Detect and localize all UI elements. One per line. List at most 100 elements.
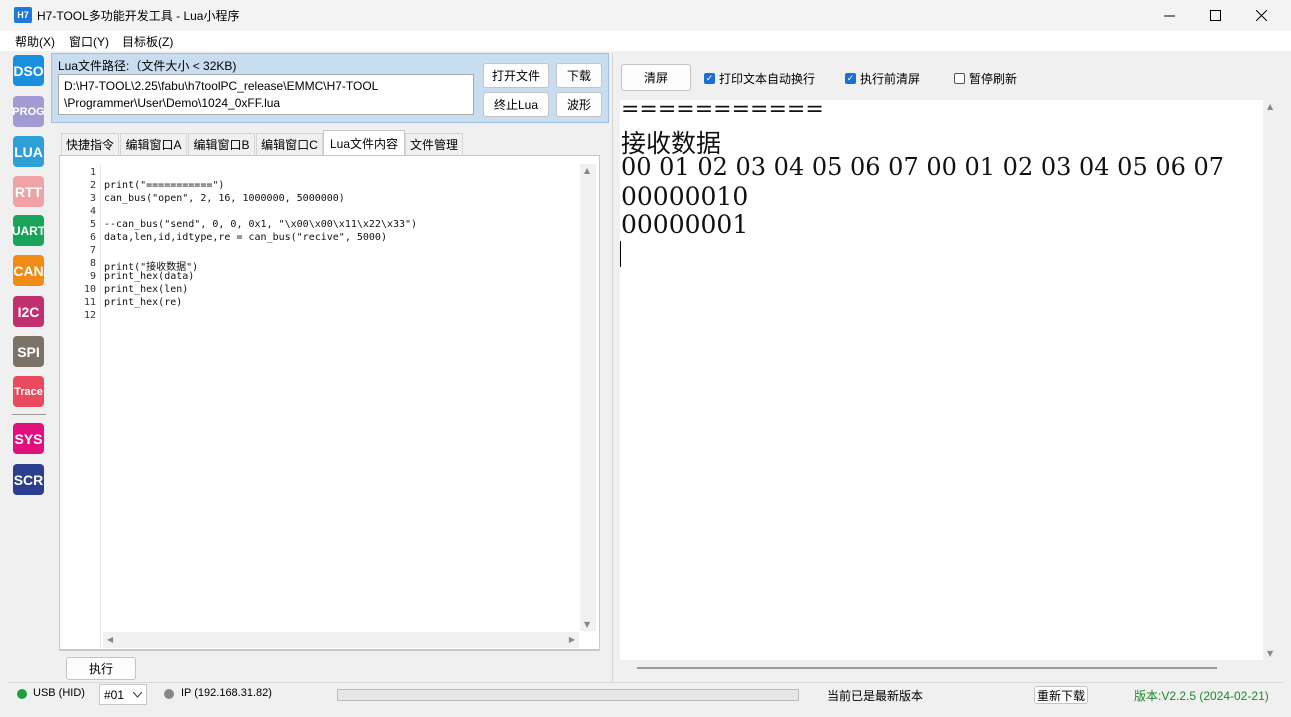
tool-label: LUA [14, 143, 43, 160]
tool-dso-button[interactable]: DSO [13, 55, 44, 86]
menu-help[interactable]: 帮助(X) [15, 33, 55, 50]
close-button[interactable] [1238, 0, 1284, 31]
line-number: 6 [89, 232, 96, 243]
line-number: 5 [89, 219, 96, 230]
line-number: 9 [89, 271, 96, 282]
tool-label: RTT [14, 183, 43, 200]
maximize-button[interactable] [1192, 0, 1238, 31]
checkbox-unchecked-icon [954, 73, 965, 84]
scroll-down-icon[interactable]: ▼ [584, 620, 590, 629]
tab-lua-file-content[interactable]: Lua文件内容 [323, 130, 405, 156]
scroll-thumb[interactable] [637, 667, 1217, 669]
device-select[interactable]: #01 [99, 684, 147, 705]
usb-status: USB (HID) [33, 687, 85, 699]
output-console[interactable]: =========== 接收数据 00 01 02 03 04 05 06 07… [620, 100, 1263, 660]
line-number: 12 [83, 310, 96, 321]
app-icon: H7 [14, 7, 32, 23]
tool-scr-button[interactable]: SCR [13, 464, 44, 495]
close-icon [1255, 10, 1267, 21]
code-line: print("===========") [104, 180, 225, 191]
menu-bar [0, 31, 1291, 51]
menu-window[interactable]: 窗口(Y) [69, 33, 109, 50]
output-vertical-scrollbar[interactable]: ▲ ▼ [1263, 100, 1279, 660]
tool-label: I2C [17, 303, 40, 320]
pane-splitter[interactable] [612, 53, 613, 682]
lua-path-line: \Programmer\User\Demo\1024_0xFF.lua [64, 96, 281, 110]
waveform-button[interactable]: 波形 [556, 92, 602, 117]
output-line: 00000010 [621, 182, 749, 211]
tool-rtt-button[interactable]: RTT [13, 176, 44, 207]
tab-file-manager[interactable]: 文件管理 [405, 133, 463, 155]
stop-lua-button[interactable]: 终止Lua [483, 92, 549, 117]
clear-screen-button[interactable]: 清屏 [621, 64, 691, 91]
tool-prog-button[interactable]: PROG [12, 96, 45, 127]
device-select-value: #01 [104, 687, 125, 702]
scroll-right-icon[interactable]: ▶ [569, 635, 575, 644]
chevron-down-icon [133, 691, 142, 698]
ip-status: IP (192.168.31.82) [181, 687, 272, 699]
line-number: 2 [89, 180, 96, 191]
tool-spi-button[interactable]: SPI [13, 336, 44, 367]
open-file-button[interactable]: 打开文件 [483, 63, 549, 88]
tool-label: UART [11, 223, 46, 238]
checkbox-label: 打印文本自动换行 [719, 72, 816, 86]
menu-target-board[interactable]: 目标板(Z) [122, 33, 173, 50]
lua-path-label: Lua文件路径:（文件大小 < 32KB) [58, 59, 237, 73]
run-button[interactable]: 执行 [66, 657, 136, 680]
tool-divider [12, 414, 46, 415]
tool-label: Trace [14, 385, 43, 398]
tool-trace-button[interactable]: Trace [13, 376, 44, 407]
tab-edit-c[interactable]: 编辑窗口C [256, 133, 323, 155]
scroll-up-icon[interactable]: ▲ [584, 166, 590, 175]
progress-bar [337, 689, 799, 701]
code-line: print_hex(len) [104, 284, 189, 295]
code-line: print_hex(re) [104, 297, 183, 308]
download-button[interactable]: 下载 [556, 63, 602, 88]
tab-edit-a[interactable]: 编辑窗口A [120, 133, 187, 155]
tool-lua-button[interactable]: LUA [13, 136, 44, 167]
tool-label: SPI [17, 343, 40, 360]
checkbox-label: 暂停刷新 [969, 72, 1018, 86]
lua-path-field[interactable]: D:\H7-TOOL\2.25\fabu\h7toolPC_release\EM… [58, 74, 474, 115]
code-line: --can_bus("send", 0, 0, 0x1, "\x00\x00\x… [104, 219, 418, 230]
line-number: 3 [89, 193, 96, 204]
line-number: 10 [83, 284, 96, 295]
editor-horizontal-scrollbar[interactable]: ◀ ▶ [103, 632, 579, 648]
line-number: 7 [89, 245, 96, 256]
tool-uart-button[interactable]: UART [11, 215, 46, 246]
scroll-up-icon[interactable]: ▲ [1267, 102, 1273, 111]
checkbox-label: 执行前清屏 [860, 72, 921, 86]
tool-i2c-button[interactable]: I2C [13, 296, 44, 327]
checkbox-checked-icon: ✓ [845, 73, 856, 84]
text-cursor [620, 241, 621, 267]
version-label: 版本:V2.2.5 (2024-02-21) [1134, 689, 1269, 703]
tool-label: SYS [14, 430, 43, 447]
tool-can-button[interactable]: CAN [13, 255, 44, 286]
line-number: 1 [89, 167, 96, 178]
update-message: 当前已是最新版本 [827, 689, 924, 703]
tool-sys-button[interactable]: SYS [13, 423, 44, 454]
ip-status-dot [164, 689, 174, 699]
tool-label: PROG [12, 105, 45, 118]
scroll-left-icon[interactable]: ◀ [107, 635, 113, 644]
pause-refresh-checkbox[interactable]: 暂停刷新 [954, 70, 1017, 87]
auto-wrap-checkbox[interactable]: ✓ 打印文本自动换行 [704, 70, 815, 87]
redownload-button[interactable]: 重新下载 [1034, 686, 1088, 704]
scroll-down-icon[interactable]: ▼ [1267, 649, 1273, 658]
output-horizontal-scrollbar[interactable] [620, 660, 1263, 676]
lua-path-line: D:\H7-TOOL\2.25\fabu\h7toolPC_release\EM… [64, 79, 379, 93]
editor-vertical-scrollbar[interactable]: ▲ ▼ [580, 164, 596, 631]
editor-divider [59, 650, 600, 651]
line-number: 11 [83, 297, 96, 308]
code-line: can_bus("open", 2, 16, 1000000, 5000000) [104, 193, 345, 204]
minimize-button[interactable] [1146, 0, 1192, 31]
tool-label: CAN [13, 262, 44, 279]
output-line: 00 01 02 03 04 05 06 07 00 01 02 03 04 0… [621, 153, 1225, 181]
clear-before-run-checkbox[interactable]: ✓ 执行前清屏 [845, 70, 920, 87]
line-number-gutter: 1 2 3 4 5 6 7 8 9 10 11 12 [66, 164, 101, 648]
tab-quick-commands[interactable]: 快捷指令 [61, 133, 119, 155]
tool-label: SCR [13, 471, 44, 488]
window-title: H7-TOOL多功能开发工具 - Lua小程序 [37, 9, 240, 23]
checkbox-checked-icon: ✓ [704, 73, 715, 84]
tab-edit-b[interactable]: 编辑窗口B [188, 133, 255, 155]
